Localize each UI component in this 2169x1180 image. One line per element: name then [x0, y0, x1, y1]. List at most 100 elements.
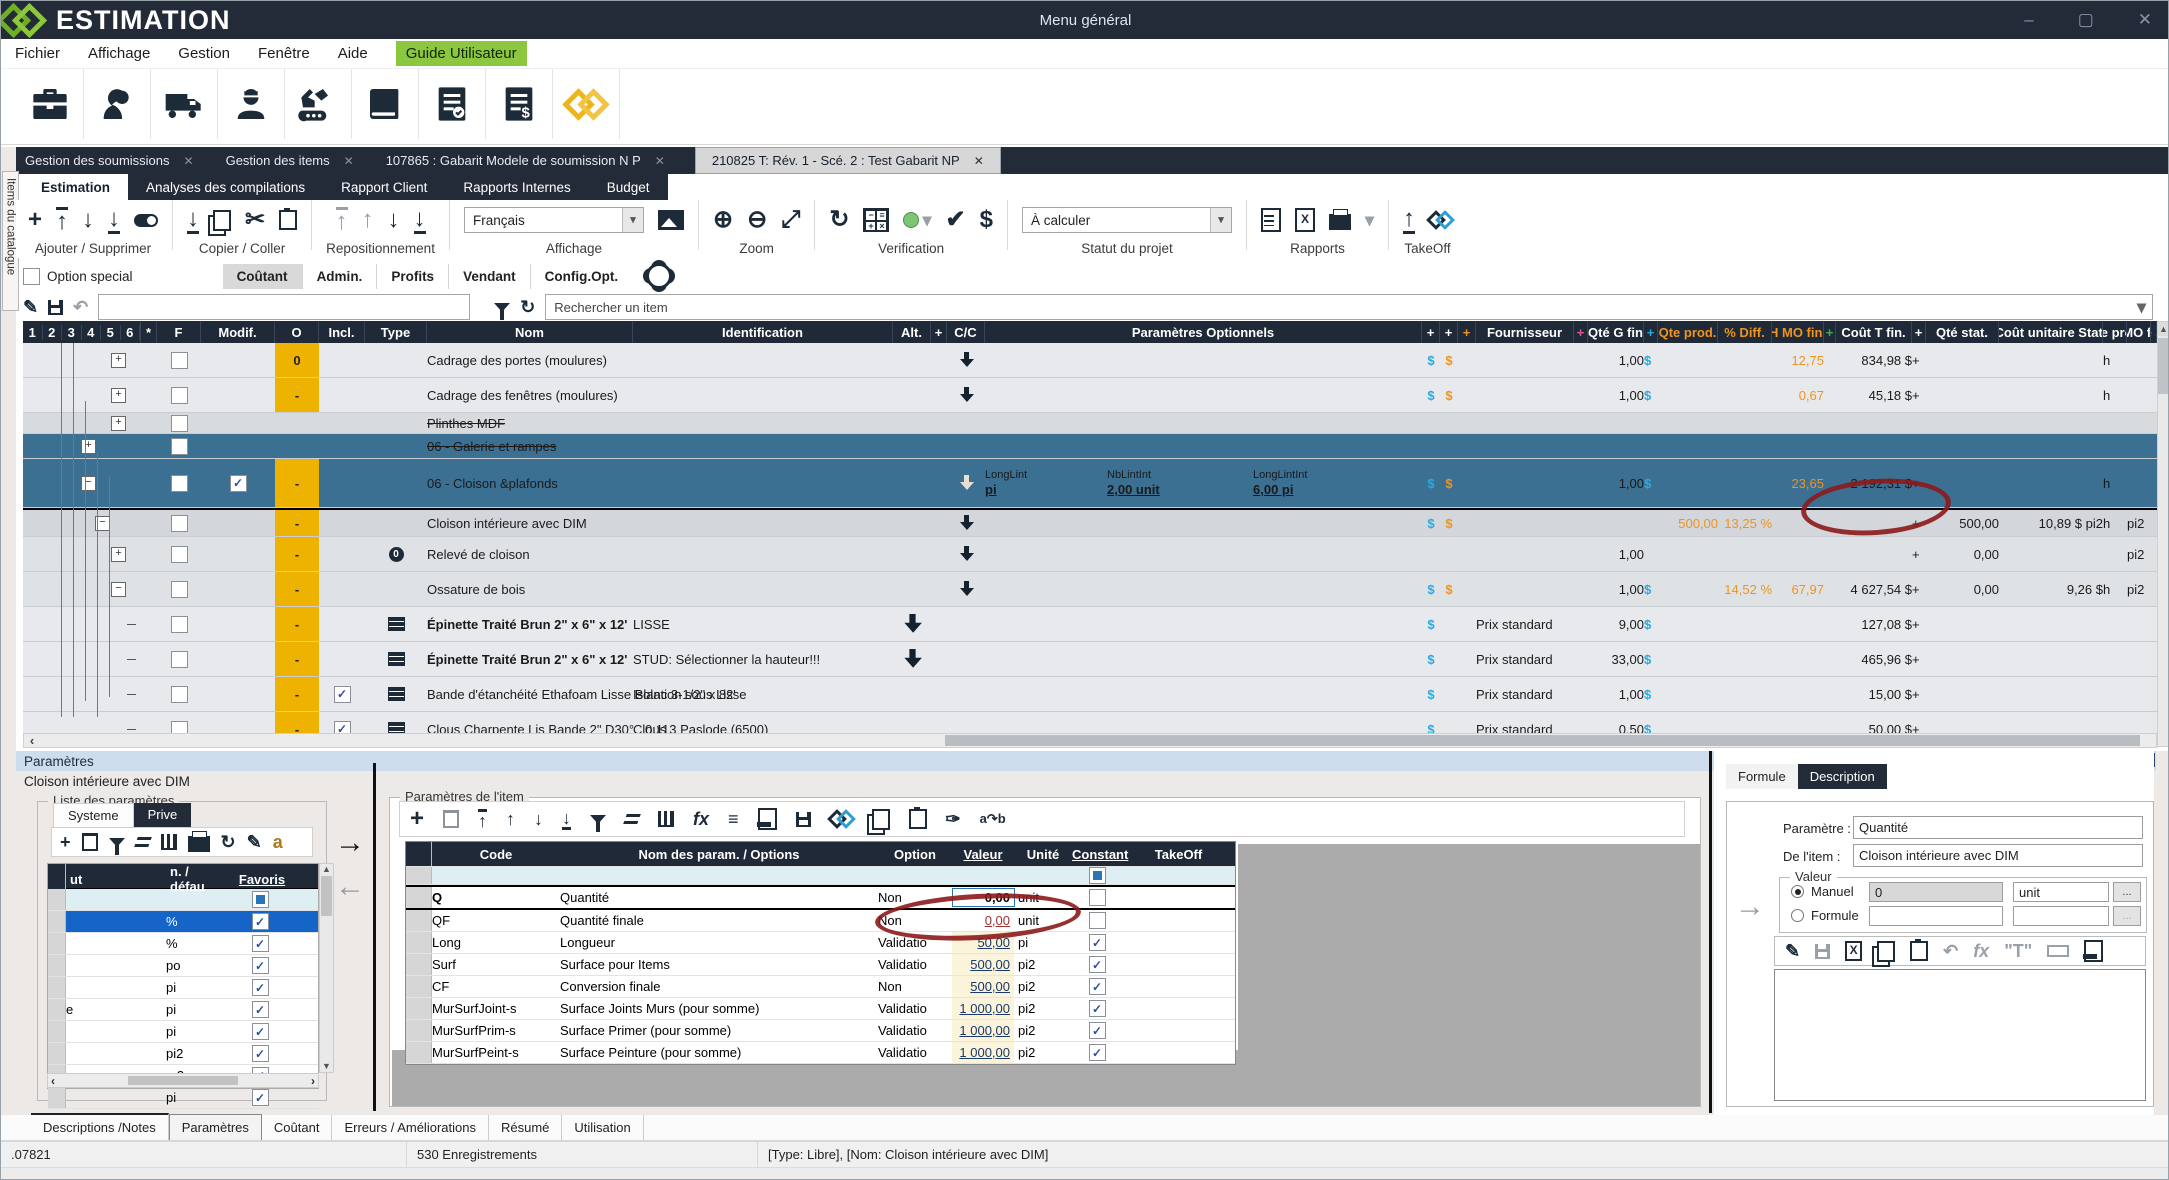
param-row[interactable]: MurSurfJoint-sSurface Joints Murs (pour … [406, 998, 1235, 1020]
edit-icon[interactable] [247, 833, 262, 851]
fullscreen-icon[interactable] [781, 208, 800, 232]
chevron-down-icon[interactable] [1365, 211, 1374, 229]
zoom-out-icon[interactable] [747, 208, 767, 232]
valeur-link[interactable]: 1 000,00 [959, 1001, 1014, 1016]
table-row[interactable]: + - Cadrage des fenêtres (moulures) $ $ … [23, 378, 2157, 413]
printer-icon[interactable] [188, 836, 210, 852]
table-row[interactable]: - Épinette Traité Brun 2" x 6" x 12' LIS… [23, 607, 2157, 642]
tab-gestion-soumissions[interactable]: Gestion des soumissions✕ [9, 147, 210, 174]
left-table-hscrollbar[interactable] [47, 1073, 319, 1088]
manuel-value-field[interactable]: 0 [1869, 882, 2003, 902]
row-checkbox[interactable] [171, 546, 188, 563]
row-checkbox[interactable] [171, 686, 188, 703]
param-row[interactable]: SurfSurface pour ItemsValidatio500,00pi2 [406, 954, 1235, 976]
table-row[interactable]: − - Ossature de bois $ $ 1,00 $ 14,52 % … [23, 572, 2157, 607]
toolbox-icon[interactable] [17, 69, 84, 139]
printer-icon[interactable] [1329, 214, 1351, 230]
list-item[interactable]: po [48, 955, 318, 977]
edit-icon[interactable] [1785, 942, 1800, 960]
favoris-checkbox[interactable] [252, 1089, 269, 1106]
list-item[interactable]: % [48, 911, 318, 933]
de-item-field[interactable]: Cloison intérieure avec DIM [1853, 844, 2143, 867]
row-checkbox[interactable] [171, 651, 188, 668]
cc-arrow-icon[interactable] [960, 352, 973, 368]
brush-icon[interactable]: ✑ [946, 810, 961, 828]
favoris-checkbox[interactable] [252, 1001, 269, 1018]
expand-icon[interactable]: + [111, 353, 126, 368]
row-checkbox[interactable] [171, 387, 188, 404]
cc-arrow-icon[interactable] [960, 387, 973, 403]
dollar-icon[interactable] [980, 208, 993, 232]
expand-icon[interactable]: + [81, 439, 96, 454]
delete-param-icon[interactable] [443, 810, 459, 828]
tab-rapport-client[interactable]: Rapport Client [323, 174, 445, 200]
alt-arrow-icon[interactable] [904, 649, 920, 669]
tab-test-gabarit[interactable]: 210825 T: Rév. 1 - Scé. 2 : Test Gabarit… [695, 147, 1001, 174]
tab-systeme[interactable]: Systeme [53, 803, 134, 828]
measure-doc-icon[interactable] [758, 808, 777, 830]
text-icon[interactable]: "T" [2004, 942, 2032, 960]
constant-checkbox[interactable] [1089, 934, 1106, 951]
compare-icon[interactable] [134, 837, 152, 847]
rename-icon[interactable]: a [273, 833, 283, 851]
filter-icon[interactable] [494, 303, 510, 312]
favoris-checkbox[interactable] [252, 1045, 269, 1062]
row-checkbox[interactable] [171, 438, 188, 455]
param-link[interactable]: 6,00 pi [1253, 482, 1293, 497]
table-row[interactable]: + 06 - Galerie et rampes [23, 434, 2157, 459]
submission-dollar-icon[interactable]: $ [486, 69, 553, 139]
formule-radio[interactable] [1791, 909, 1804, 922]
list-item[interactable]: % [48, 933, 318, 955]
status-dot-icon[interactable] [903, 212, 919, 228]
valeur-link[interactable]: 500,00 [970, 957, 1014, 972]
excavator-icon[interactable] [285, 69, 352, 139]
move-left-arrow-icon[interactable]: ← [335, 873, 365, 901]
catalog-icon[interactable] [352, 69, 419, 139]
brand-gold-icon[interactable] [553, 69, 620, 139]
copy-icon[interactable] [1877, 941, 1895, 962]
table-row[interactable]: + 0 Cadrage des portes (moulures) $ $ 1,… [23, 343, 2157, 378]
tab-analyses-compilations[interactable]: Analyses des compilations [128, 174, 323, 200]
validate-icon[interactable] [946, 208, 966, 232]
row-checkbox[interactable] [171, 515, 188, 532]
report-doc-icon[interactable] [1261, 208, 1281, 232]
constant-checkbox[interactable] [1089, 1000, 1106, 1017]
list-item[interactable]: pi [48, 977, 318, 999]
close-tab-icon[interactable]: ✕ [655, 154, 665, 168]
collapse-icon[interactable]: − [81, 476, 96, 491]
statut-combo[interactable]: À calculer [1022, 207, 1232, 233]
insert-above-icon[interactable] [56, 207, 68, 234]
chevron-down-icon[interactable] [922, 211, 931, 229]
manuel-unit-field[interactable]: unit [2013, 882, 2109, 902]
clients-icon[interactable] [84, 69, 151, 139]
formule-value-field[interactable] [1869, 906, 2003, 926]
table-row[interactable]: + Plinthes MDF [23, 413, 2157, 434]
param-link[interactable]: pi [985, 482, 997, 497]
undo-icon[interactable] [1943, 942, 1958, 960]
apply-arrow-icon[interactable]: → [1735, 893, 1765, 921]
takeoff-upload-icon[interactable] [1403, 207, 1415, 234]
edit-pencil-icon[interactable] [23, 298, 38, 316]
valeur-link[interactable]: 1 000,00 [959, 1045, 1014, 1060]
menu-affichage[interactable]: Affichage [88, 45, 150, 62]
calc-grid-icon[interactable]: −≡+× [863, 208, 889, 232]
gear-icon[interactable] [646, 263, 672, 289]
parametre-field[interactable]: Quantité [1853, 816, 2143, 839]
delete-param-icon[interactable] [82, 833, 98, 851]
param-row[interactable]: LongLongueurValidatio50,00pi [406, 932, 1235, 954]
constant-checkbox[interactable] [1089, 1022, 1106, 1039]
tab-parametres[interactable]: Paramètres [169, 1114, 262, 1140]
filter-icon[interactable] [109, 838, 125, 847]
list-item[interactable]: pi [48, 1021, 318, 1043]
menu-aide[interactable]: Aide [338, 45, 368, 62]
zoom-in-icon[interactable] [713, 208, 733, 232]
table-row[interactable]: + - 0 Relevé de cloison 1,00 + 0,00 pi2 [23, 537, 2157, 572]
measure-doc-icon[interactable] [2084, 940, 2103, 962]
takeoff-brand-icon[interactable] [1429, 213, 1452, 227]
move-down-icon[interactable] [534, 810, 543, 828]
paste-icon[interactable] [909, 809, 927, 829]
equals-icon[interactable]: ≡ [728, 810, 739, 828]
cut-icon[interactable] [245, 208, 265, 232]
row-checkbox[interactable] [171, 352, 188, 369]
refresh-icon[interactable] [221, 833, 236, 851]
